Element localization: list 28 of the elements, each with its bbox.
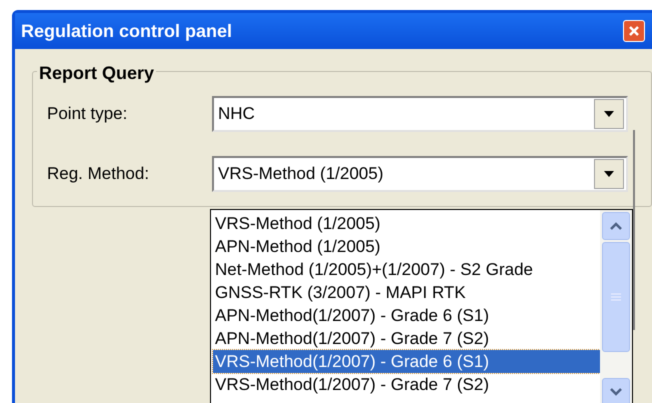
window-title: Regulation control panel xyxy=(21,20,232,43)
dropdown-option[interactable]: VRS-Method(1/2007) - Grade 7 (S2) xyxy=(213,373,600,396)
dropdown-option[interactable]: APN-Method(1/2007) - Grade 7 (S2) xyxy=(213,327,600,350)
up-chevron-icon xyxy=(610,222,622,230)
combo-value: VRS-Method (1/2005) xyxy=(218,163,384,186)
dropdown-arrow-icon xyxy=(604,111,614,117)
dropdown-option[interactable]: Net-Method (1/2005)+(1/2007) - S2 Grade xyxy=(213,258,600,281)
close-button[interactable] xyxy=(623,20,645,42)
dropdown-option[interactable]: VRS-Method (1/2005) xyxy=(213,212,600,235)
field-label: Point type: xyxy=(47,103,128,126)
dropdown-arrow-icon xyxy=(604,171,614,177)
dropdown-option[interactable]: GNSS-RTK (3/2007) - MAPI RTK xyxy=(213,281,600,304)
combo-box[interactable]: VRS-Method (1/2005) xyxy=(212,156,628,192)
field-label: Reg. Method: xyxy=(47,163,150,186)
close-icon xyxy=(628,25,640,37)
dropdown-option[interactable]: APN-Method(1/2007) - Grade 6 (S1) xyxy=(213,304,600,327)
down-chevron-icon xyxy=(610,388,622,396)
dropdown-button[interactable] xyxy=(594,159,624,189)
dropdown-option[interactable]: APN-Method (1/2005) xyxy=(213,235,600,258)
dropdown-button[interactable] xyxy=(594,99,624,129)
scrollbar[interactable] xyxy=(600,210,632,403)
combo-box[interactable]: NHC xyxy=(212,96,628,132)
scroll-thumb[interactable] xyxy=(602,242,630,352)
scroll-down-button[interactable] xyxy=(602,378,630,403)
dropdown-option[interactable]: VRS-Method(1/2007) - Grade 6 (S1) xyxy=(213,350,600,373)
combo-value: NHC xyxy=(218,103,256,126)
grip-icon xyxy=(611,293,621,301)
scroll-up-button[interactable] xyxy=(602,212,630,240)
